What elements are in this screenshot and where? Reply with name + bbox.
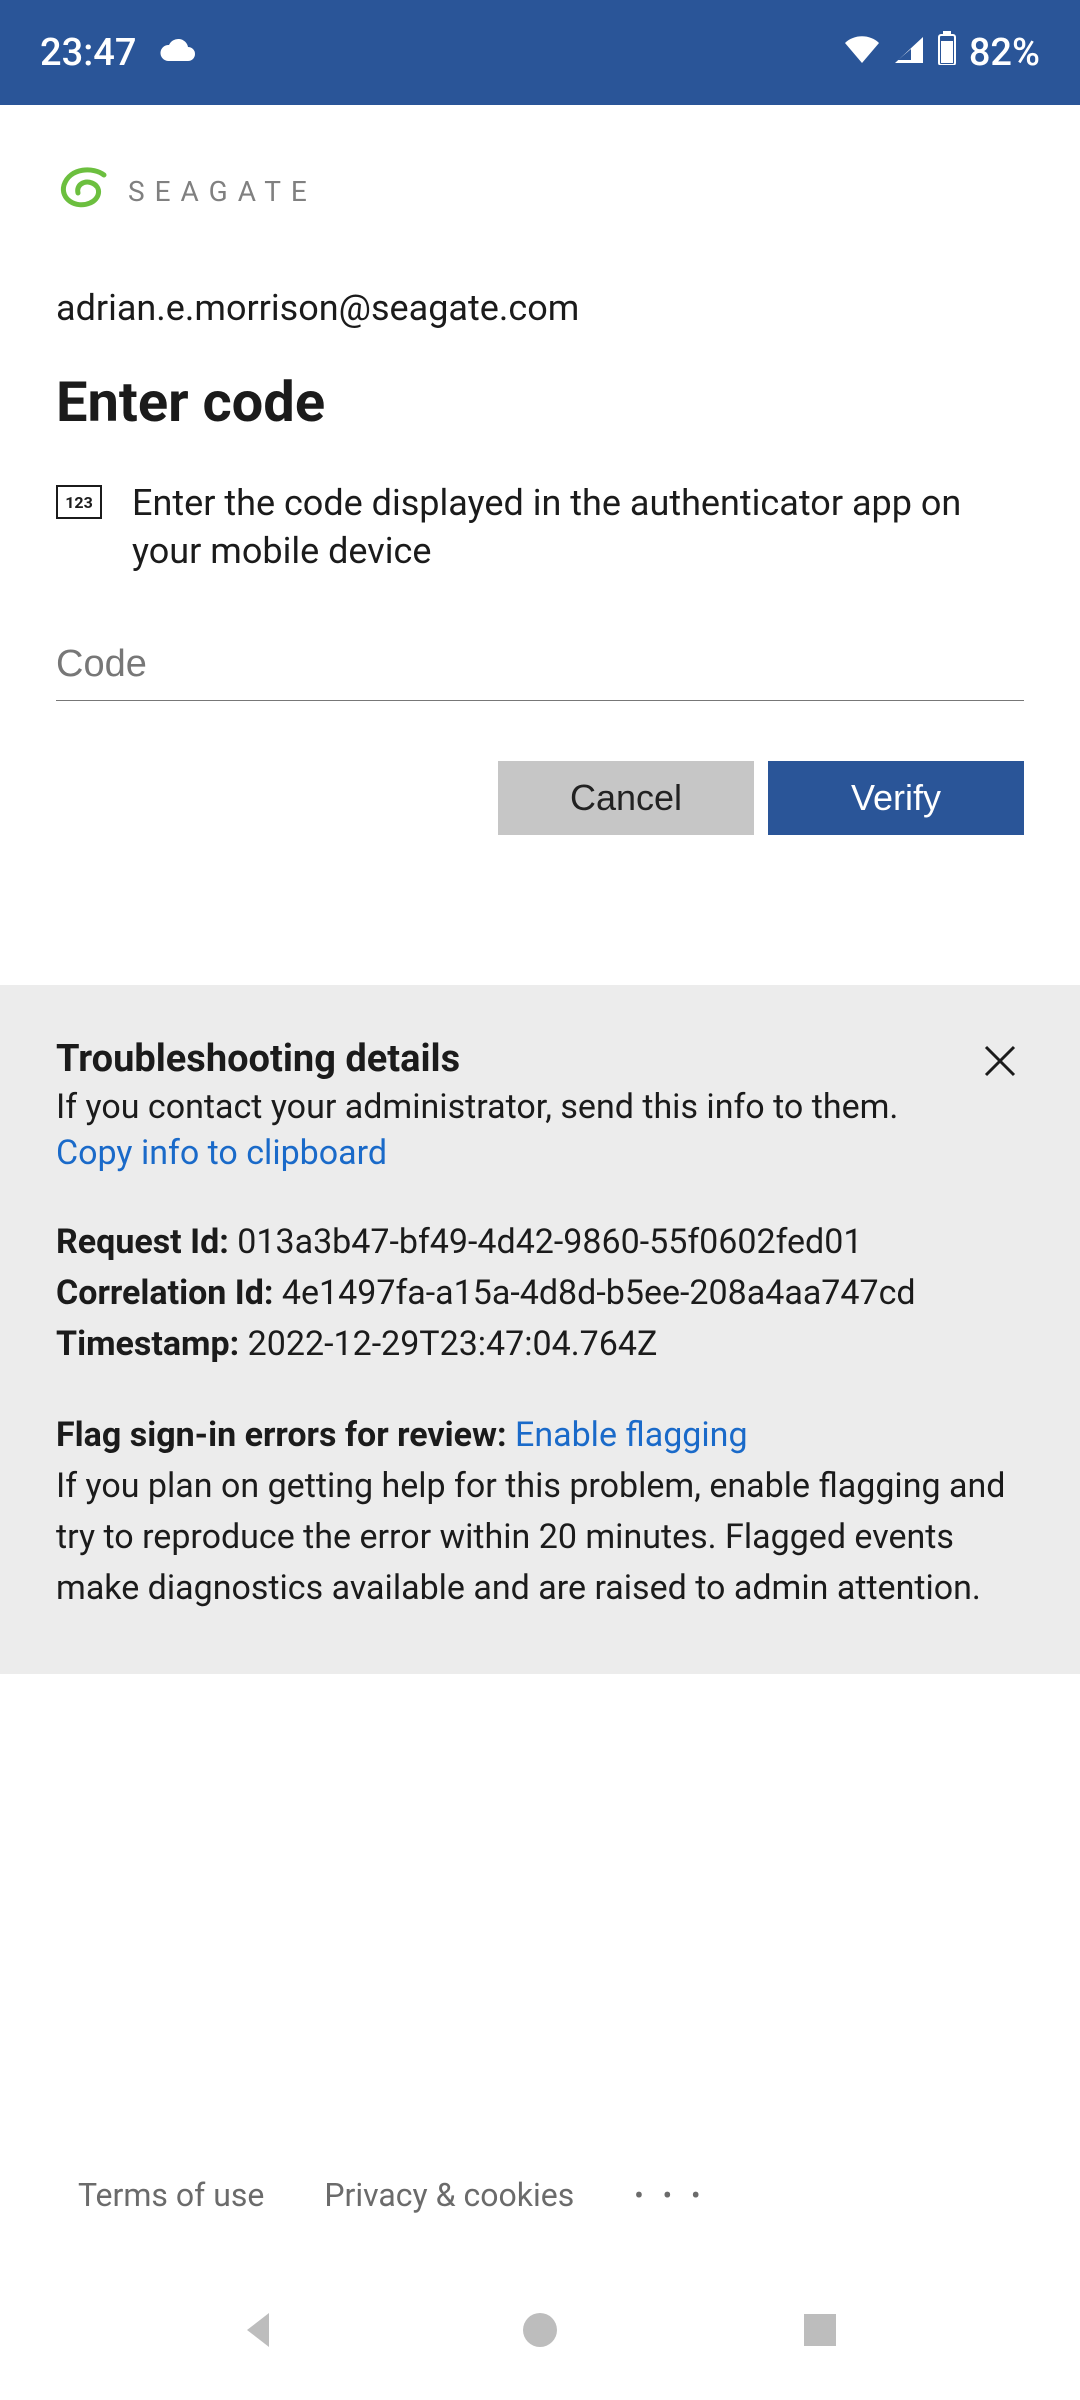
troubleshoot-subtitle: If you contact your administrator, send … [56,1087,898,1127]
seagate-swirl-icon [56,165,114,217]
enable-flagging-link[interactable]: Enable flagging [515,1415,748,1455]
terms-link[interactable]: Terms of use [78,2176,264,2214]
footer: Terms of use Privacy & cookies • • • [0,2176,1080,2214]
svg-text:123: 123 [65,493,93,512]
flag-description: If you plan on getting help for this pro… [56,1461,1024,1614]
timestamp-line: Timestamp: 2022-12-29T23:47:04.764Z [56,1319,1024,1370]
account-email: adrian.e.morrison@seagate.com [56,287,1024,329]
status-time: 23:47 [40,31,136,75]
verify-button[interactable]: Verify [768,761,1024,835]
android-nav-bar [0,2260,1080,2400]
cell-signal-icon [893,31,925,75]
privacy-link[interactable]: Privacy & cookies [324,2176,574,2214]
request-id-line: Request Id: 013a3b47-bf49-4d42-9860-55f0… [56,1217,1024,1268]
nav-back-icon[interactable] [235,2305,285,2355]
wifi-icon [843,31,881,75]
more-options-icon[interactable]: • • • [634,2179,706,2212]
correlation-id-line: Correlation Id: 4e1497fa-a15a-4d8d-b5ee-… [56,1268,1024,1319]
instruction-text: Enter the code displayed in the authenti… [132,479,1024,575]
seagate-logo: SEAGATE [56,165,1024,217]
copy-info-link[interactable]: Copy info to clipboard [56,1133,898,1173]
troubleshooting-panel: Troubleshooting details If you contact y… [0,985,1080,1674]
nav-home-icon[interactable] [515,2305,565,2355]
android-status-bar: 23:47 82% [0,0,1080,105]
code-input[interactable] [56,635,1024,701]
nav-recents-icon[interactable] [795,2305,845,2355]
cancel-button[interactable]: Cancel [498,761,754,835]
battery-icon [937,31,957,75]
code-entry-icon: 123 [56,485,102,523]
page-title: Enter code [56,369,1024,435]
flag-label: Flag sign-in errors for review: [56,1415,507,1455]
close-icon[interactable] [976,1037,1024,1089]
status-battery-pct: 82% [969,31,1040,75]
seagate-logo-text: SEAGATE [128,175,317,208]
cloud-icon [158,31,198,75]
troubleshoot-title: Troubleshooting details [56,1037,898,1081]
